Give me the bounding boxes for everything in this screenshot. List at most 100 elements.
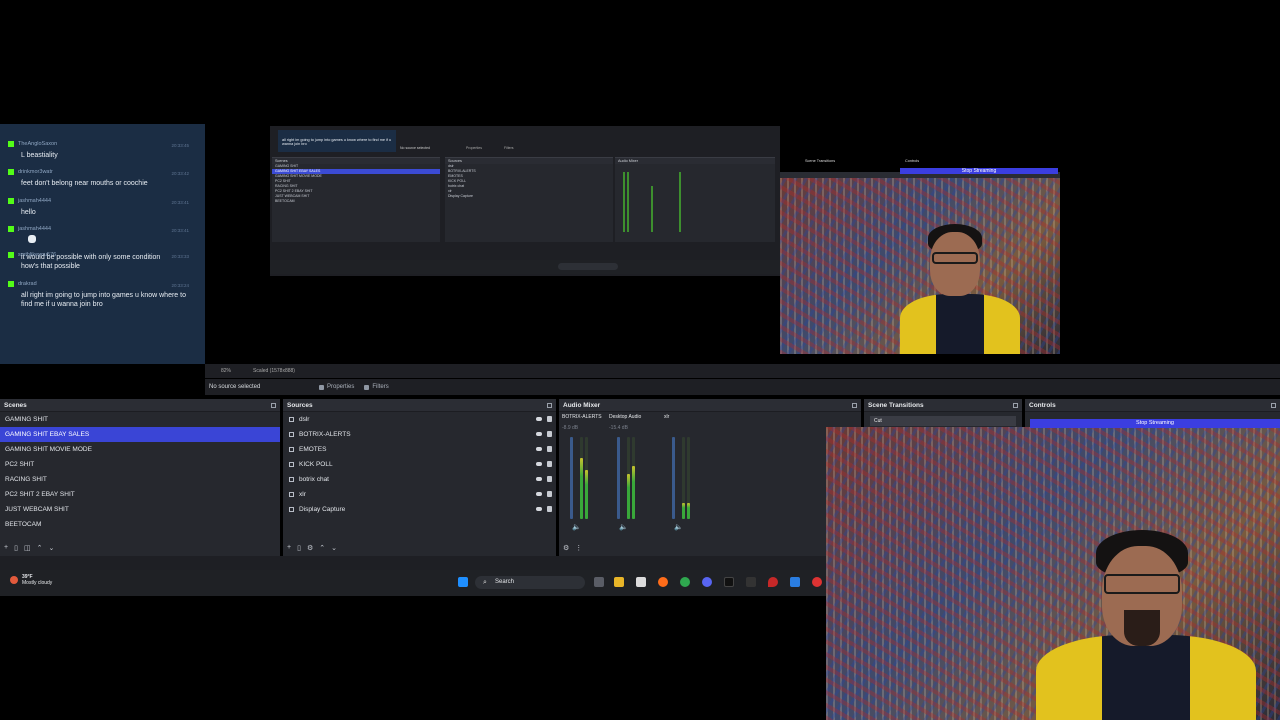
chat-username[interactable]: drakrad [18,281,37,287]
chat-timestamp: 20:33:41 [171,228,189,234]
scene-item[interactable]: BEETOCAM [0,517,280,532]
firefox-icon[interactable] [658,577,668,587]
visibility-eye-icon[interactable] [536,477,542,481]
lock-icon[interactable] [547,491,552,497]
dock-undock-icon[interactable] [271,403,276,408]
mini-filters: Filters [504,146,514,150]
scaled-resolution[interactable]: Scaled (1578x888) [253,368,295,374]
add-source-button[interactable]: + [287,544,291,552]
audio-mixer-dock: Audio Mixer ⚙ ⋮ [559,399,861,556]
source-item[interactable]: dslr [283,412,556,427]
source-item[interactable]: botrix chat [283,472,556,487]
chat-username[interactable]: jashmah4444 [18,226,51,232]
mixer-title: Audio Mixer [563,402,601,409]
volume-fader[interactable] [672,437,675,519]
scenes-header: Scenes [0,399,280,412]
transition-select[interactable]: Cut [870,416,1016,426]
dock-undock-icon[interactable] [1271,403,1276,408]
chat-message: smthlikeyou576 20:33:33 how's that possibl… [0,249,205,277]
mixer-menu-button[interactable]: ⋮ [575,544,582,552]
vu-meter-level [682,502,685,519]
scene-item[interactable]: GAMING SHIT EBAY SALES [0,427,280,442]
chat-username[interactable]: smthlikeyou576 [18,252,56,258]
source-down-button[interactable]: ⌄ [331,544,337,552]
terminal-icon[interactable] [746,577,756,587]
filters-button[interactable]: Filters [364,384,389,390]
app-icon[interactable] [790,577,800,587]
lock-icon[interactable] [547,461,552,467]
transitions-header: Scene Transitions [864,399,1022,412]
gear-icon [319,384,324,390]
windows-start-icon[interactable] [458,577,468,587]
stop-streaming-button[interactable]: Stop Streaming [1030,419,1280,428]
mini-scenes-dock: Scenes GAMING SHIT GAMING SHIT EBAY SALES… [272,157,440,242]
dock-undock-icon[interactable] [547,403,552,408]
remove-source-button[interactable]: ▯ [297,544,301,552]
properties-button[interactable]: Properties [319,384,354,390]
source-type-icon [289,432,294,437]
source-item[interactable]: xlr [283,487,556,502]
task-view-icon[interactable] [594,577,604,587]
obs-icon[interactable] [724,577,734,587]
source-properties-button[interactable]: ⚙ [307,544,313,552]
mute-speaker-icon[interactable]: 🔈 [619,523,628,531]
visibility-eye-icon[interactable] [536,417,542,421]
source-type-icon [289,462,294,467]
chat-text: how's that possible [21,263,80,271]
visibility-eye-icon[interactable] [536,432,542,436]
advanced-audio-button[interactable]: ⚙ [563,544,569,552]
scene-item[interactable]: PC2 SHIT [0,457,280,472]
record-icon[interactable] [812,577,822,587]
scene-item[interactable]: RACING SHIT [0,472,280,487]
visibility-eye-icon[interactable] [536,507,542,511]
move-up-button[interactable]: ⌃ [37,544,43,552]
source-item[interactable]: Display Capture [283,502,556,517]
lock-icon[interactable] [547,431,552,437]
file-explorer-icon[interactable] [614,577,624,587]
discord-icon[interactable] [702,577,712,587]
visibility-eye-icon[interactable] [536,462,542,466]
lock-icon[interactable] [547,446,552,452]
scene-item[interactable]: GAMING SHIT [0,412,280,427]
source-label: Display Capture [299,506,346,513]
kick-icon [8,169,14,176]
mute-speaker-icon[interactable]: 🔈 [572,523,581,531]
scenes-dock: Scenes GAMING SHIT GAMING SHIT EBAY SALES… [0,399,280,556]
lock-icon[interactable] [547,506,552,512]
source-up-button[interactable]: ⌃ [319,544,325,552]
chat-text: hello [21,208,36,216]
scene-item[interactable]: JUST WEBCAM SHIT [0,502,280,517]
scene-item[interactable]: PC2 SHIT 2 EBAY SHIT [0,487,280,502]
chat-username[interactable]: jashmah4444 [18,198,51,204]
volume-fader[interactable] [617,437,620,519]
store-icon[interactable] [636,577,646,587]
lock-icon[interactable] [547,416,552,422]
taskbar-search[interactable]: ⌕ Search [475,576,585,589]
add-scene-button[interactable]: + [4,544,8,552]
mixer-channel-name: BOTRIX-ALERTS [562,414,602,420]
weather-widget[interactable]: 39°F Mostly cloudy [8,574,52,586]
kick-icon [8,141,14,147]
chat-username[interactable]: drinkmor3watr [18,169,53,175]
source-item[interactable]: KICK POLL [283,457,556,472]
remove-scene-button[interactable]: ▯ [14,544,18,552]
dock-undock-icon[interactable] [852,403,857,408]
mute-speaker-icon[interactable]: 🔈 [674,523,683,531]
move-down-button[interactable]: ⌄ [48,544,54,552]
lock-icon[interactable] [547,476,552,482]
chrome-icon[interactable] [680,577,690,587]
visibility-eye-icon[interactable] [536,492,542,496]
chat-username[interactable]: TheAngloSaxon [18,141,57,147]
chat-timestamp: 20:33:24 [171,282,189,288]
weather-text: Mostly cloudy [22,580,53,586]
scene-item[interactable]: GAMING SHIT MOVIE MODE [0,442,280,457]
vu-meter-level [585,469,588,519]
pin-icon[interactable] [768,577,778,587]
visibility-eye-icon[interactable] [536,447,542,451]
source-item[interactable]: BOTRIX-ALERTS [283,427,556,442]
vu-meter-level [627,473,630,519]
source-item[interactable]: EMOTES [283,442,556,457]
volume-fader[interactable] [570,437,573,519]
scene-filters-button[interactable]: ◫ [24,544,31,552]
dock-undock-icon[interactable] [1013,403,1018,408]
